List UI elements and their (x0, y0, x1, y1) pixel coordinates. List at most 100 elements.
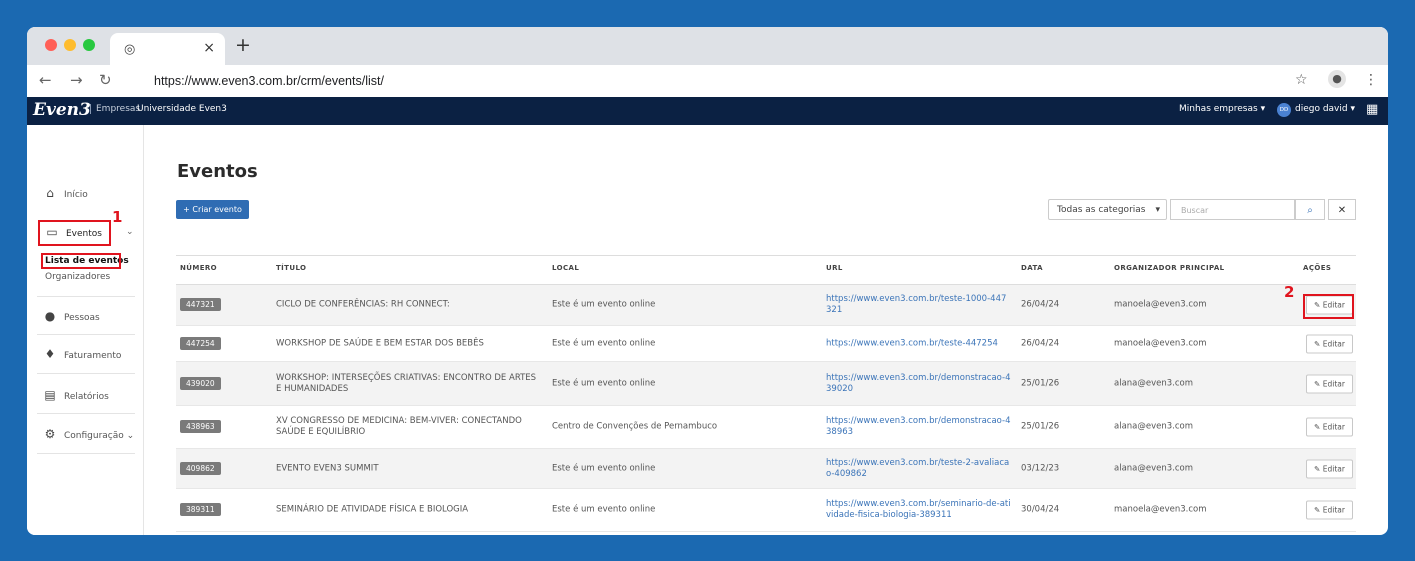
event-url-link[interactable]: https://www.even3.com.br/demonstracao-43… (826, 416, 1011, 438)
chrome-icon: ◎ (124, 42, 136, 57)
event-organizer: alana@even3.com (1114, 421, 1194, 432)
bookmark-star-icon[interactable]: ☆ (1295, 72, 1308, 88)
my-companies-menu[interactable]: Minhas empresas ▾ (1179, 104, 1265, 114)
event-date: 26/04/24 (1021, 338, 1060, 348)
edit-button[interactable]: ✎ Editar (1306, 500, 1353, 520)
event-local: Este é um evento online (552, 463, 656, 473)
sidebar-item-faturamento[interactable]: ♦ Faturamento (42, 347, 122, 361)
table-row: 409862 EVENTO EVEN3 SUMMIT Este é um eve… (176, 449, 1356, 489)
browser-window: ◎ × + ← → ↻ https://www.even3.com.br/crm… (27, 27, 1388, 535)
divider (37, 373, 135, 374)
event-url-link[interactable]: https://www.even3.com.br/teste-447254 (826, 338, 1011, 349)
sidebar-item-pessoas[interactable]: ● Pessoas (42, 309, 100, 323)
event-title: WORKSHOP DE SAÚDE E BEM ESTAR DOS BEBÊS (276, 338, 484, 348)
edit-label: Editar (1322, 422, 1345, 432)
divider (37, 334, 135, 335)
maximize-window-button[interactable] (83, 39, 95, 51)
col-data: DATA (1021, 264, 1043, 272)
event-organizer: alana@even3.com (1114, 378, 1194, 388)
edit-label: Editar (1322, 339, 1345, 348)
topnav-section: Empresas (90, 104, 140, 114)
edit-button[interactable]: ✎ Editar (1306, 334, 1353, 353)
event-url-link[interactable]: https://www.even3.com.br/teste-1000-4473… (826, 294, 1011, 316)
browser-titlebar: ◎ × + (27, 27, 1388, 65)
edit-button[interactable]: ✎ Editar (1306, 374, 1353, 393)
category-select[interactable]: Todas as categorias ▾ (1048, 199, 1167, 220)
event-title: XV CONGRESSO DE MEDICINA: BEM-VIVER: CON… (276, 416, 522, 437)
edit-label: Editar (1322, 464, 1345, 473)
event-local: Este é um evento online (552, 378, 656, 388)
event-number-badge: 409862 (180, 461, 221, 475)
event-organizer: manoela@even3.com (1114, 504, 1207, 515)
user-menu[interactable]: diego david ▾ (1295, 104, 1355, 114)
sidebar-item-configuracao[interactable]: ⚙ Configuração ⌄ (42, 427, 135, 441)
home-icon: ⌂ (46, 186, 54, 200)
table-row: 389311 SEMINÁRIO DE ATIVIDADE FÍSICA E B… (176, 489, 1356, 532)
event-number-badge: 447254 (180, 336, 221, 350)
new-tab-button[interactable]: + (235, 36, 251, 55)
close-window-button[interactable] (45, 39, 57, 51)
forward-arrow-icon[interactable]: → (70, 71, 83, 89)
even3-logo[interactable]: Even3 (33, 100, 91, 120)
profile-icon[interactable]: ● (1328, 70, 1346, 88)
event-organizer: manoela@even3.com (1114, 299, 1207, 310)
event-date: 03/12/23 (1021, 463, 1060, 473)
badge-text: 409862 (180, 461, 221, 475)
user-avatar[interactable]: DD (1277, 103, 1291, 117)
address-toolbar: ← → ↻ https://www.even3.com.br/crm/event… (27, 65, 1388, 98)
search-input[interactable]: Buscar (1170, 199, 1295, 220)
main-content: Eventos + Criar evento Todas as categori… (144, 125, 1388, 535)
edit-button[interactable]: ✎ Editar (1306, 417, 1353, 437)
edit-icon: ✎ (1314, 464, 1321, 473)
event-organizer: manoela@even3.com (1114, 338, 1207, 348)
topnav-org[interactable]: Universidade Even3 (137, 104, 227, 114)
back-arrow-icon[interactable]: ← (39, 71, 52, 89)
edit-button[interactable]: ✎ Editar (1306, 459, 1353, 478)
col-titulo: TÍTULO (276, 264, 307, 272)
sidebar-item-label: Relatórios (64, 392, 109, 402)
tab-close-button[interactable]: × (203, 40, 215, 56)
event-title: CICLO DE CONFERÊNCIAS: RH CONNECT: (276, 299, 450, 310)
browser-tab[interactable]: ◎ × (110, 33, 225, 65)
apps-grid-icon[interactable]: ▦ (1366, 102, 1378, 117)
event-number-badge: 447321 (180, 298, 221, 311)
money-bag-icon: ♦ (44, 347, 56, 361)
event-url-link[interactable]: https://www.even3.com.br/seminario-de-at… (826, 499, 1011, 521)
chevron-down-icon[interactable]: ⌄ (126, 227, 134, 237)
sidebar-item-label: Configuração (64, 431, 124, 441)
edit-icon: ✎ (1314, 505, 1321, 515)
close-icon: ✕ (1337, 205, 1347, 216)
edit-icon: ✎ (1314, 339, 1321, 348)
highlight-eventos (38, 220, 111, 246)
chevron-down-icon: ▾ (1155, 205, 1160, 215)
table-header: NÚMERO TÍTULO LOCAL URL DATA ORGANIZADOR… (176, 255, 1356, 285)
url-bar[interactable]: https://www.even3.com.br/crm/events/list… (137, 69, 1317, 93)
sidebar-item-label: Início (64, 190, 88, 200)
clear-search-button[interactable]: ✕ (1328, 199, 1356, 220)
highlight-lista-de-eventos (41, 253, 121, 269)
badge-text: 389311 (180, 503, 221, 516)
event-url-link[interactable]: https://www.even3.com.br/teste-2-avaliac… (826, 458, 1011, 480)
minimize-window-button[interactable] (64, 39, 76, 51)
edit-icon: ✎ (1314, 379, 1321, 388)
sidebar-item-relatorios[interactable]: ▤ Relatórios (42, 388, 109, 402)
event-date: 30/04/24 (1021, 504, 1060, 515)
browser-menu-icon[interactable]: ⋮ (1364, 72, 1378, 88)
chevron-down-icon: ⌄ (126, 431, 135, 441)
event-number-badge: 439020 (180, 376, 221, 390)
event-date: 25/01/26 (1021, 421, 1060, 432)
sidebar-item-organizadores[interactable]: Organizadores (45, 272, 110, 282)
event-title: WORKSHOP: INTERSEÇÕES CRIATIVAS: ENCONTR… (276, 372, 537, 394)
edit-label: Editar (1322, 379, 1345, 388)
create-event-button[interactable]: + Criar evento (176, 200, 249, 219)
event-url-link[interactable]: https://www.even3.com.br/demonstracao-43… (826, 373, 1011, 395)
person-icon: ● (44, 309, 56, 323)
badge-text: 439020 (180, 376, 221, 390)
sidebar-item-label: Pessoas (64, 313, 100, 323)
event-organizer: alana@even3.com (1114, 463, 1194, 473)
table-row: 438963 XV CONGRESSO DE MEDICINA: BEM-VIV… (176, 406, 1356, 449)
event-number-badge: 389311 (180, 503, 221, 516)
search-button[interactable]: ⌕ (1295, 199, 1325, 220)
sidebar-item-inicio[interactable]: ⌂ Início (42, 186, 88, 200)
reload-icon[interactable]: ↻ (99, 71, 112, 89)
